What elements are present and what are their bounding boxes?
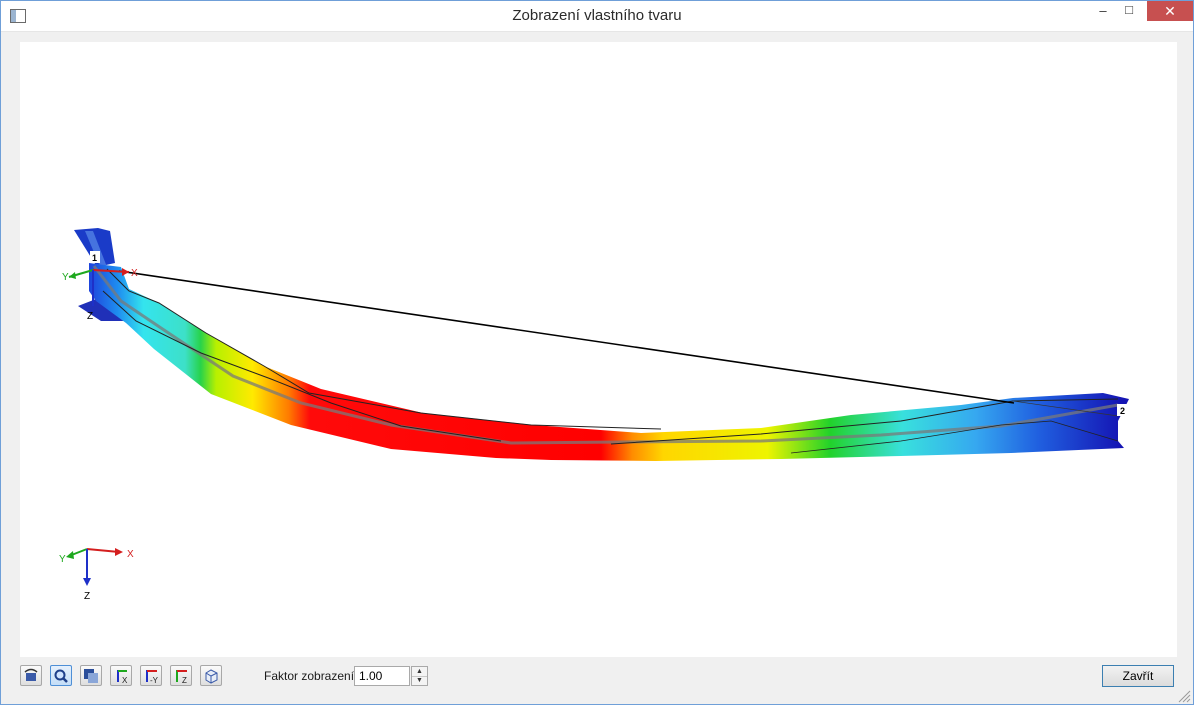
node-2-label: 2 bbox=[1120, 406, 1125, 416]
view-minus-y-icon: -Y bbox=[146, 670, 159, 684]
view-z-label: Z bbox=[182, 676, 187, 684]
view-minus-y-label: -Y bbox=[150, 676, 159, 684]
local-x-label: X bbox=[131, 268, 138, 279]
title-bar[interactable]: Zobrazení vlastního tvaru – □ ✕ bbox=[1, 1, 1193, 32]
close-window-button[interactable]: ✕ bbox=[1147, 1, 1193, 21]
view-x-icon: X bbox=[117, 670, 128, 684]
isometric-view-icon bbox=[205, 669, 218, 684]
view-x-button[interactable]: X bbox=[110, 665, 132, 686]
maximize-button[interactable]: □ bbox=[1117, 2, 1141, 24]
view-z-button[interactable]: Z bbox=[170, 665, 192, 686]
isometric-view-button[interactable] bbox=[200, 665, 222, 686]
minimize-button[interactable]: – bbox=[1091, 3, 1115, 25]
view-x-label: X bbox=[122, 676, 128, 684]
local-z-label: Z bbox=[87, 311, 93, 322]
window-title: Zobrazení vlastního tvaru bbox=[512, 7, 682, 24]
render-mode-button[interactable] bbox=[80, 665, 102, 686]
global-y-arrow bbox=[66, 551, 74, 559]
view-minus-y-button[interactable]: -Y bbox=[140, 665, 162, 686]
global-x-arrow bbox=[115, 548, 123, 556]
factor-input[interactable] bbox=[354, 666, 410, 686]
3d-viewport[interactable]: Y X Z 1 2 X Y Z bbox=[20, 42, 1177, 657]
view-z-icon: Z bbox=[176, 670, 187, 684]
factor-spinner[interactable]: ▲ ▼ bbox=[411, 666, 428, 686]
local-y-arrow bbox=[69, 272, 76, 279]
global-z-arrow bbox=[83, 578, 91, 586]
rotate-view-icon bbox=[24, 668, 38, 681]
zoom-button[interactable] bbox=[50, 665, 72, 686]
global-y-label: Y bbox=[59, 554, 66, 565]
render-mode-icon bbox=[84, 669, 98, 683]
mode-shape-graphic: Y X Z 1 2 X Y Z bbox=[59, 228, 1129, 602]
rotate-view-button[interactable] bbox=[20, 665, 42, 686]
deformed-beam-shape bbox=[89, 263, 1129, 461]
local-x-arrow bbox=[122, 268, 129, 276]
global-x-axis bbox=[86, 548, 120, 553]
close-button[interactable]: Zavřít bbox=[1102, 665, 1174, 687]
dialog-window: Zobrazení vlastního tvaru – □ ✕ Y X Z 1 … bbox=[0, 0, 1194, 705]
local-y-label: Y bbox=[62, 272, 69, 283]
resize-grip-icon[interactable] bbox=[1177, 689, 1191, 703]
factor-label: Faktor zobrazení: bbox=[264, 669, 358, 683]
zoom-icon bbox=[54, 669, 68, 683]
node-1-label: 1 bbox=[92, 253, 97, 263]
spin-down-icon[interactable]: ▼ bbox=[412, 676, 427, 685]
global-z-label: Z bbox=[84, 591, 90, 602]
global-x-label: X bbox=[127, 549, 134, 560]
